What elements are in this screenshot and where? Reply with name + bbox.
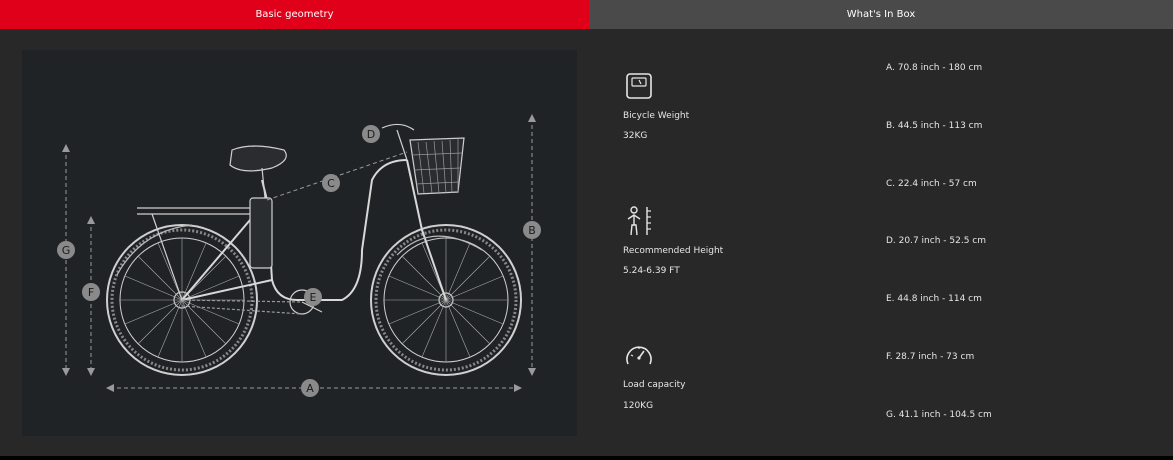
bike-illustration: A B C D E F G bbox=[57, 114, 541, 397]
spec-value: 32KG bbox=[623, 131, 648, 141]
gauge-icon bbox=[626, 346, 652, 365]
handlebar bbox=[381, 123, 415, 161]
tab-basic-geometry[interactable]: Basic geometry bbox=[0, 0, 589, 29]
bike-geometry-diagram: A B C D E F G bbox=[22, 50, 577, 436]
marker-c: C bbox=[322, 174, 340, 192]
svg-text:D: D bbox=[367, 128, 375, 141]
marker-d: D bbox=[362, 125, 380, 143]
battery bbox=[249, 197, 273, 269]
svg-text:B: B bbox=[528, 224, 536, 237]
dimension-a: A. 70.8 inch - 180 cm bbox=[886, 63, 983, 73]
saddle bbox=[229, 145, 287, 172]
spec-value: 5.24-6.39 FT bbox=[623, 266, 680, 276]
person-height-icon bbox=[627, 206, 651, 236]
marker-f: F bbox=[82, 283, 100, 301]
tab-whats-in-box[interactable]: What's In Box bbox=[589, 0, 1173, 29]
marker-e: E bbox=[304, 288, 322, 306]
dimension-d: D. 20.7 inch - 52.5 cm bbox=[886, 236, 986, 246]
dimension-e: E. 44.8 inch - 114 cm bbox=[886, 294, 982, 304]
svg-text:A: A bbox=[306, 382, 314, 395]
svg-text:C: C bbox=[327, 177, 335, 190]
dimension-f: F. 28.7 inch - 73 cm bbox=[886, 352, 975, 362]
dimension-b: B. 44.5 inch - 113 cm bbox=[886, 121, 983, 131]
svg-text:E: E bbox=[310, 291, 317, 304]
svg-text:F: F bbox=[88, 286, 94, 299]
marker-g: G bbox=[57, 241, 75, 259]
dimension-line-c bbox=[266, 151, 408, 201]
svg-text:G: G bbox=[62, 244, 71, 257]
bike-frame bbox=[181, 159, 447, 301]
bottom-border bbox=[0, 456, 1173, 460]
marker-a: A bbox=[301, 379, 319, 397]
spec-label: Recommended Height bbox=[623, 246, 724, 256]
dimension-g: G. 41.1 inch - 104.5 cm bbox=[886, 410, 992, 420]
marker-b: B bbox=[523, 221, 541, 239]
front-basket bbox=[409, 137, 465, 195]
spec-label: Load capacity bbox=[623, 380, 686, 390]
spec-label: Bicycle Weight bbox=[623, 111, 690, 121]
spec-value: 120KG bbox=[623, 401, 654, 411]
dimension-c: C. 22.4 inch - 57 cm bbox=[886, 179, 977, 189]
tab-bar: Basic geometry What's In Box bbox=[0, 0, 1173, 29]
scale-icon bbox=[626, 73, 652, 99]
